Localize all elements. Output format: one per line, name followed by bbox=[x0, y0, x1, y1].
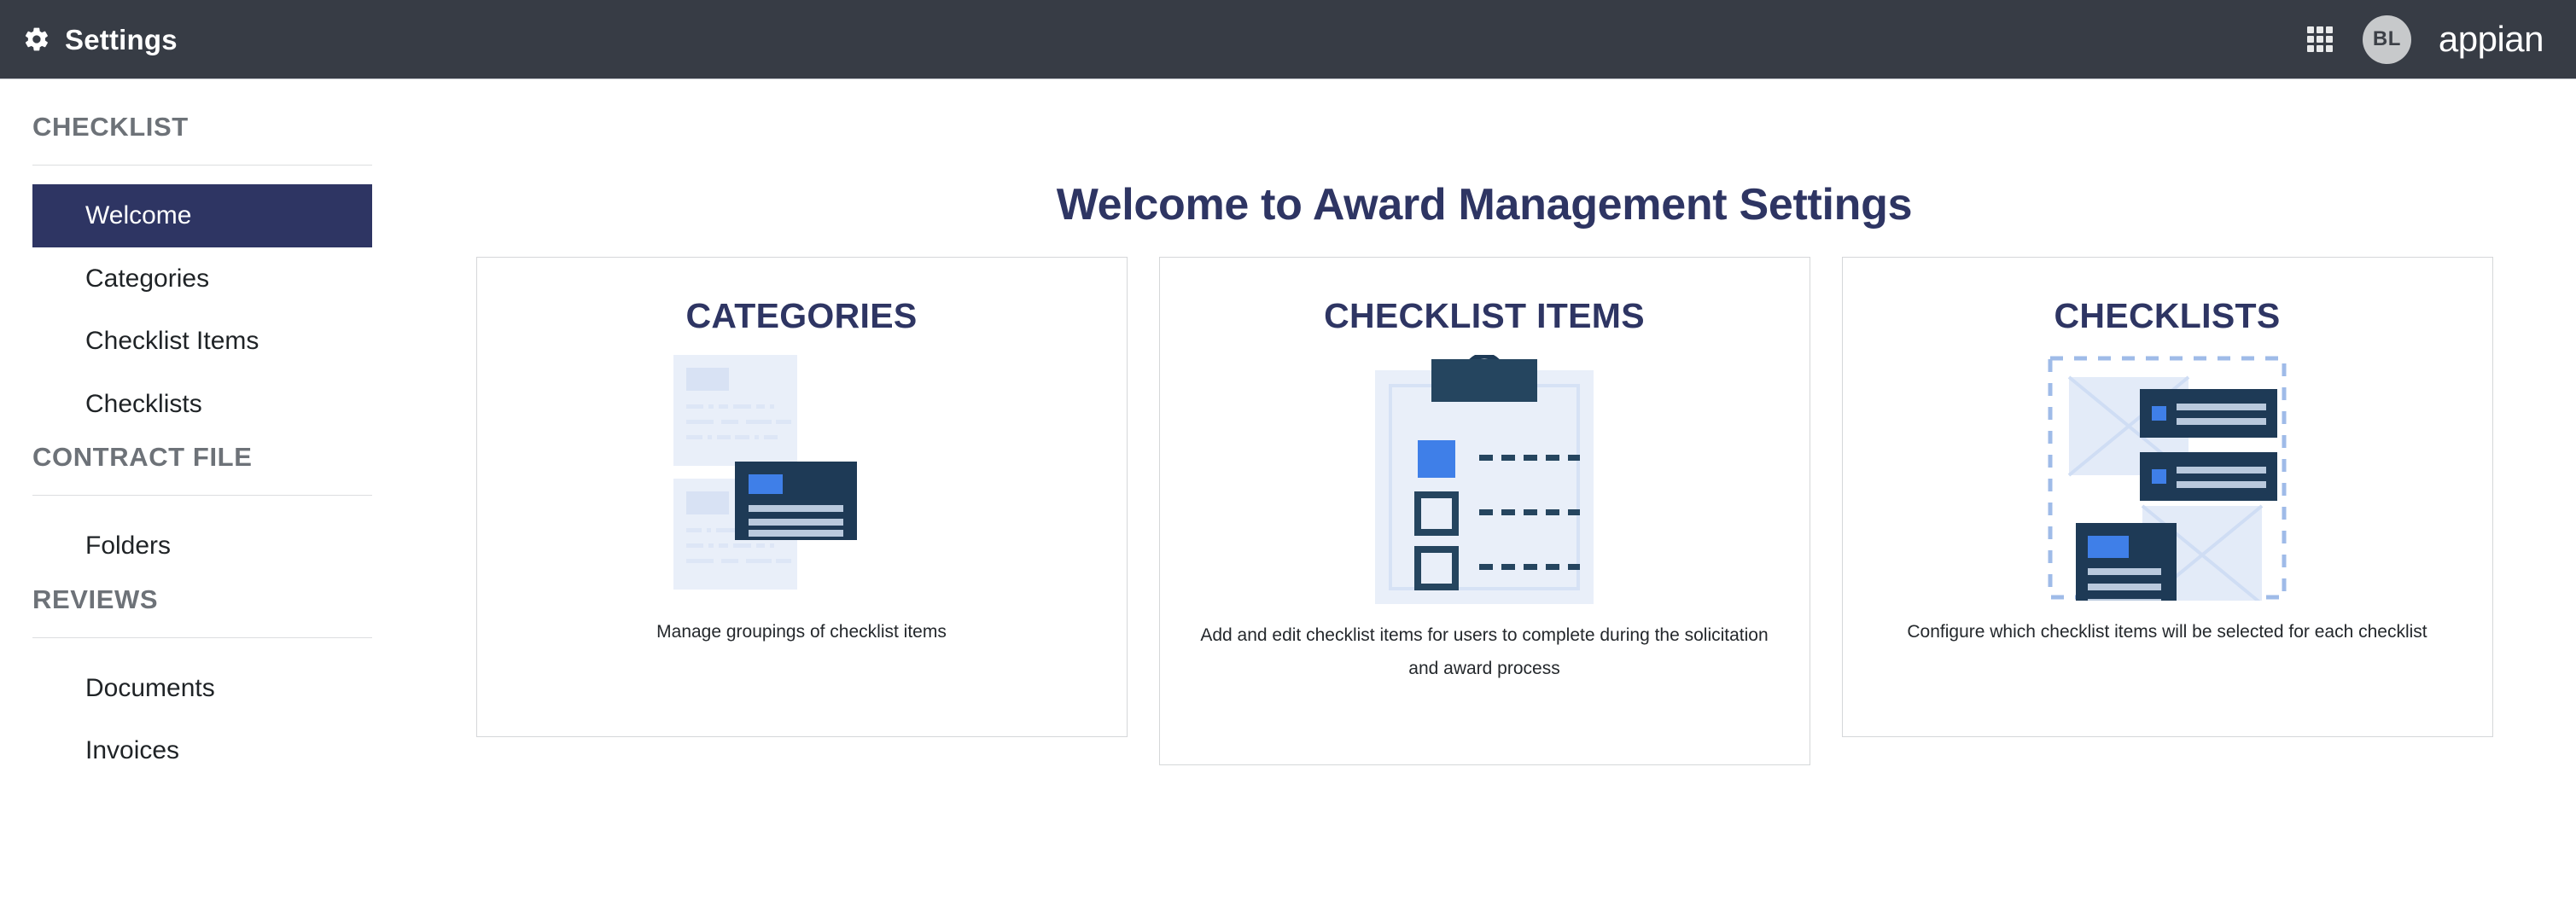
card-checklists[interactable]: CHECKLISTS Configure which checklist ite… bbox=[1841, 257, 2493, 737]
settings-cards-row: CATEGORIES Manage groupings of checklist… bbox=[393, 257, 2576, 765]
clipboard-checkboxes-illustration bbox=[1375, 355, 1594, 604]
sidebar-divider bbox=[32, 495, 372, 496]
app-grid-icon[interactable] bbox=[2305, 24, 2335, 55]
sidebar-item-folders[interactable]: Folders bbox=[32, 514, 372, 578]
sidebar-item-welcome[interactable]: Welcome bbox=[32, 184, 372, 247]
sidebar-item-documents[interactable]: Documents bbox=[32, 657, 372, 720]
main-content: Welcome to Award Management Settings CAT… bbox=[393, 79, 2576, 918]
card-title-categories: CATEGORIES bbox=[685, 296, 918, 335]
header-brand: Settings bbox=[23, 26, 178, 54]
sidebar-divider bbox=[32, 636, 372, 638]
header-actions: BL appian bbox=[2305, 15, 2544, 64]
gear-icon bbox=[23, 26, 50, 53]
card-title-checklists: CHECKLISTS bbox=[2054, 296, 2281, 335]
sidebar-heading-contract-file: CONTRACT FILE bbox=[32, 442, 253, 472]
checklist-composition-illustration bbox=[2047, 355, 2288, 601]
card-checklist-items[interactable]: CHECKLIST ITEMS Add and edit checklist i… bbox=[1158, 257, 1810, 765]
avatar[interactable]: BL bbox=[2362, 15, 2411, 64]
card-title-checklist-items: CHECKLIST ITEMS bbox=[1324, 296, 1645, 335]
sidebar-heading-checklist: CHECKLIST bbox=[32, 112, 189, 142]
card-categories[interactable]: CATEGORIES Manage groupings of checklist… bbox=[475, 257, 1128, 737]
appian-logo: appian bbox=[2438, 19, 2544, 59]
sidebar-item-checklist-items[interactable]: Checklist Items bbox=[32, 310, 372, 373]
card-description-checklist-items: Add and edit checklist items for users t… bbox=[1200, 625, 1769, 679]
sidebar-item-checklists[interactable]: Checklists bbox=[32, 373, 372, 436]
top-header-bar: Settings BL appian bbox=[0, 0, 2576, 79]
sidebar-divider bbox=[32, 165, 372, 166]
page-title: Welcome to Award Management Settings bbox=[1056, 180, 1913, 230]
card-description-checklists: Configure which checklist items will be … bbox=[1907, 622, 2427, 642]
card-description-categories: Manage groupings of checklist items bbox=[656, 622, 947, 642]
sidebar-navigation: CHECKLIST Welcome Categories Checklist I… bbox=[0, 79, 393, 918]
sidebar-heading-reviews: REVIEWS bbox=[32, 584, 159, 614]
sidebar-group-contract-file: CONTRACT FILE Folders bbox=[0, 442, 393, 578]
sidebar-group-checklist: CHECKLIST Welcome Categories Checklist I… bbox=[0, 112, 393, 435]
sidebar-item-invoices[interactable]: Invoices bbox=[32, 719, 372, 782]
sidebar-item-categories[interactable]: Categories bbox=[32, 247, 372, 311]
app-title: Settings bbox=[65, 23, 178, 55]
documents-stack-illustration bbox=[673, 355, 930, 590]
sidebar-group-reviews: REVIEWS Documents Invoices bbox=[0, 584, 393, 782]
